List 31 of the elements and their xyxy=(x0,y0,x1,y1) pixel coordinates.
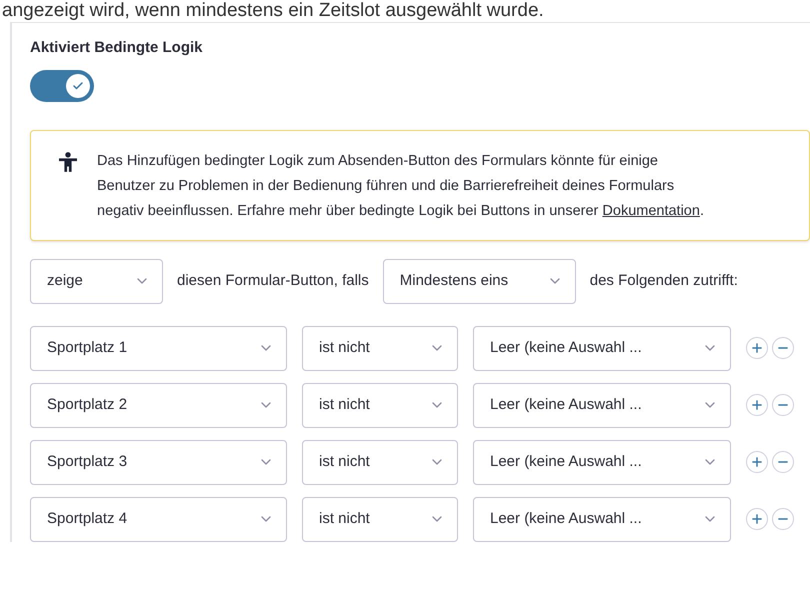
dropdown[interactable]: Leer (keine Auswahl ... xyxy=(473,496,731,542)
rule-text: diesen Formular-Button, falls xyxy=(177,272,369,289)
plus-icon xyxy=(750,455,764,469)
notice-text: Das Hinzufügen bedingter Logik zum Absenden-Button des Formulars könnte für einige Benutzer zu Problemen in der Bedienung führen und die Barrierefreiheit deines Formulars negativ beeinflussen. Erfahre mehr über bedingte Logik bei Buttons in unserer Dokumentation. xyxy=(97,152,705,220)
dropdown[interactable]: Sportplatz 3 xyxy=(30,440,287,484)
dropdown[interactable]: zeige xyxy=(30,258,163,304)
dropdown[interactable]: Leer (keine Auswahl ... xyxy=(473,440,731,484)
add-button[interactable] xyxy=(746,394,768,416)
dropdown[interactable]: Mindestens eins xyxy=(382,258,576,304)
dropdown[interactable]: ist nicht xyxy=(302,496,458,542)
add-button[interactable] xyxy=(746,337,768,359)
person-icon xyxy=(59,152,77,172)
intro-text: angezeigt wird, wenn mindestens ein Zeitslot ausgewählt wurde. xyxy=(1,0,545,22)
dropdown[interactable]: Leer (keine Auswahl ... xyxy=(473,326,731,370)
rule-text: des Folgenden zutrifft: xyxy=(590,272,738,289)
plus-icon xyxy=(750,512,764,526)
add-button[interactable] xyxy=(746,451,768,473)
plus-icon xyxy=(750,341,764,355)
dropdown[interactable]: ist nicht xyxy=(302,382,458,428)
documentation-link[interactable]: Dokumentation xyxy=(602,202,700,218)
dropdown[interactable]: Sportplatz 4 xyxy=(30,496,287,542)
toggle-label: Aktiviert Bedingte Logik xyxy=(30,38,204,58)
check-icon xyxy=(72,80,84,92)
dropdown[interactable]: ist nicht xyxy=(302,326,458,370)
dropdown[interactable]: Leer (keine Auswahl ... xyxy=(473,382,731,428)
add-button[interactable] xyxy=(746,508,768,530)
dropdown[interactable]: ist nicht xyxy=(302,440,458,484)
toggle-switch[interactable] xyxy=(30,70,94,102)
dropdown[interactable]: Sportplatz 1 xyxy=(30,326,287,370)
plus-icon xyxy=(750,398,764,412)
dropdown[interactable]: Sportplatz 2 xyxy=(30,382,287,428)
